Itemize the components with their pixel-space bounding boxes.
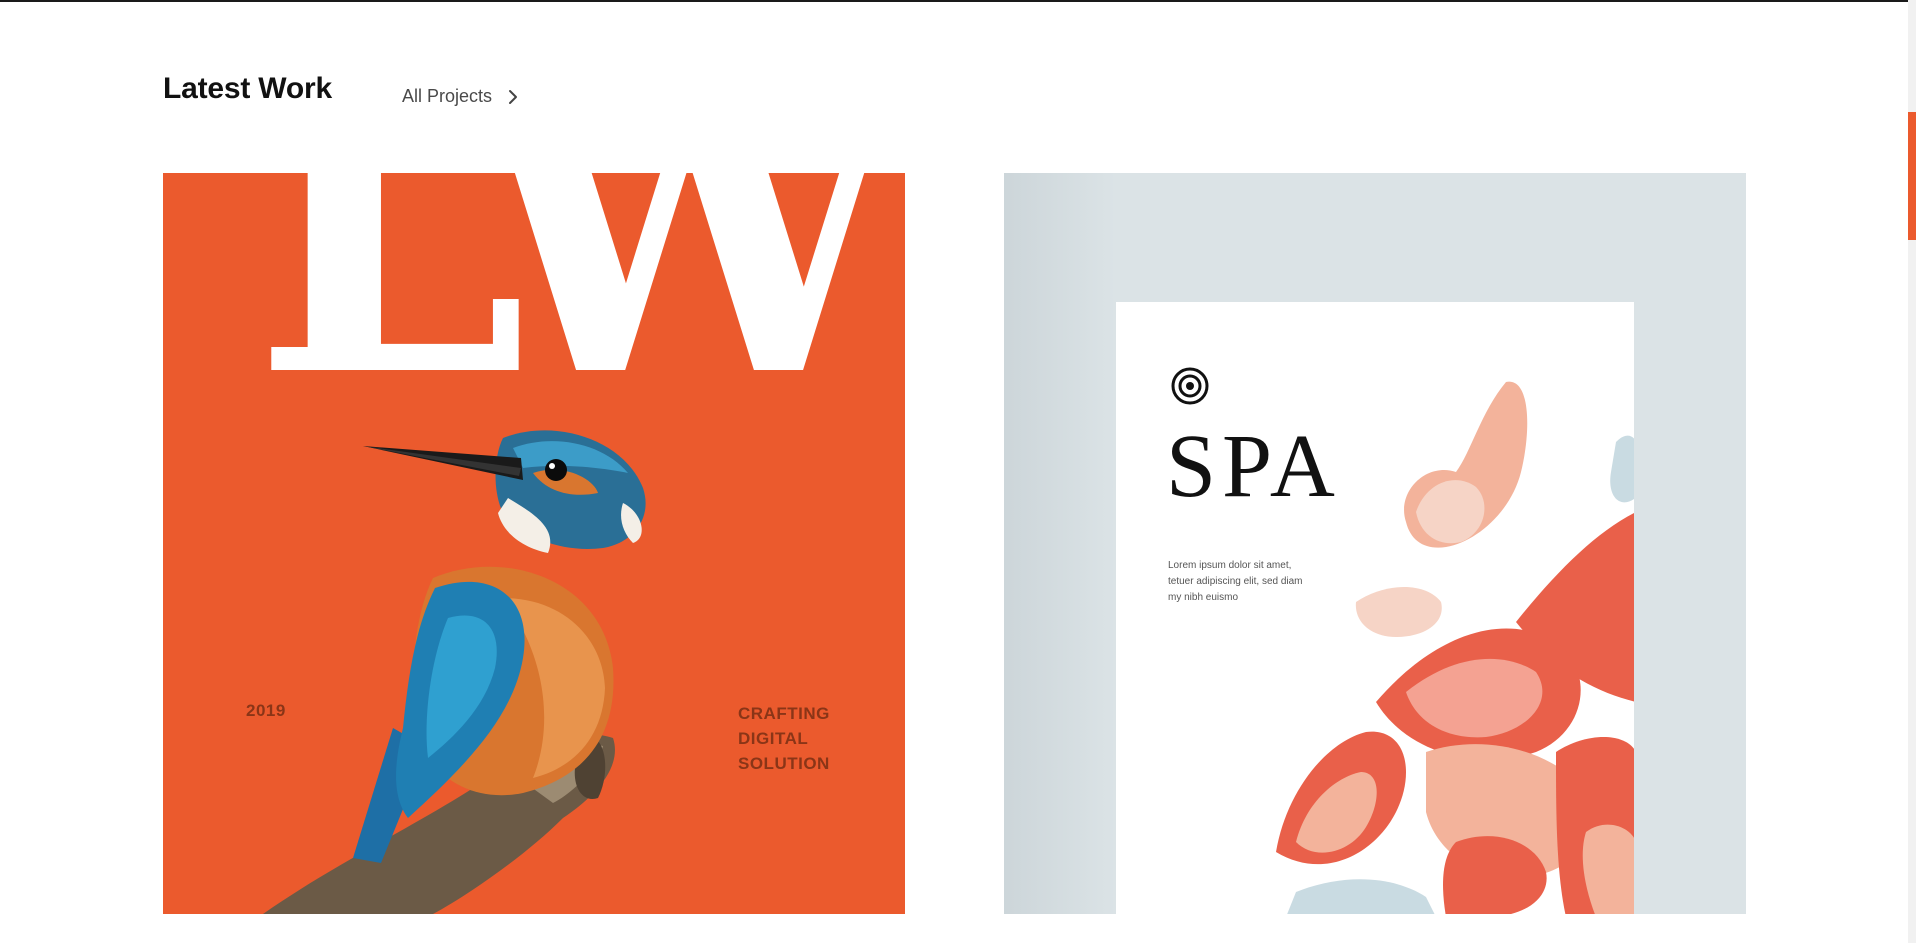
all-projects-link[interactable]: All Projects [402, 86, 518, 107]
spa-poster: SPA Lorem ipsum dolor sit amet, tetuer a… [1116, 302, 1634, 914]
scrollbar-thumb[interactable] [1908, 112, 1916, 240]
project-tagline: CRAFTING DIGITAL SOLUTION [738, 701, 878, 776]
section-header: Latest Work All Projects [163, 72, 518, 106]
section-title: Latest Work [163, 72, 332, 105]
card-shadow [1004, 173, 1116, 914]
tagline-line: DIGITAL [738, 729, 809, 748]
tagline-line: CRAFTING [738, 704, 830, 723]
chevron-right-icon [509, 89, 518, 104]
project-card-spa[interactable]: SPA Lorem ipsum dolor sit amet, tetuer a… [1004, 173, 1746, 914]
all-projects-label: All Projects [402, 86, 493, 106]
kingfisher-bird-image [263, 430, 646, 914]
concentric-circle-logo-icon [1171, 367, 1209, 405]
project-year: 2019 [246, 701, 286, 720]
project-card-lw[interactable]: LW 2019 CRAFTING DIGITAL SOLUTION [163, 173, 905, 914]
tagline-line: SOLUTION [738, 754, 830, 773]
abstract-floral-pattern-image [1276, 381, 1634, 914]
top-border [0, 0, 1916, 2]
scrollbar[interactable] [1908, 0, 1916, 943]
